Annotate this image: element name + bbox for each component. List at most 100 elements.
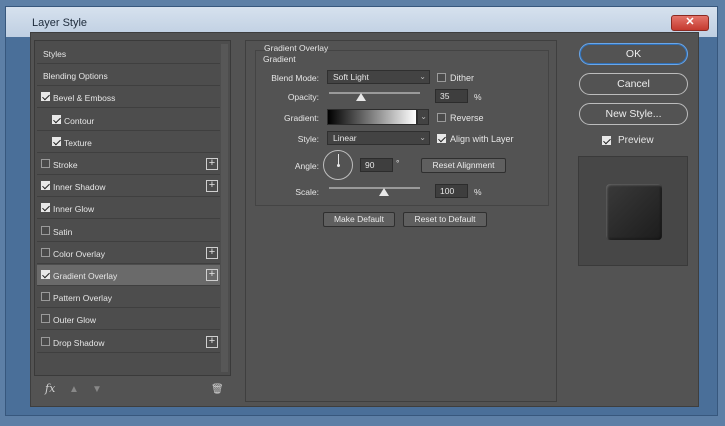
style-item-label: Outer Glow <box>53 315 96 326</box>
scale-unit: % <box>474 187 482 197</box>
style-checkbox[interactable] <box>41 336 50 346</box>
style-item-blending-options[interactable]: Blending Options <box>37 65 220 87</box>
opacity-unit: % <box>474 92 482 102</box>
style-item-gradient-overlay[interactable]: Gradient Overlay + <box>37 265 220 286</box>
reset-to-default-button[interactable]: Reset to Default <box>403 212 487 227</box>
dial-center <box>337 164 340 167</box>
style-item-label: Contour <box>64 115 95 126</box>
style-item-label: Inner Shadow <box>53 182 106 193</box>
style-checkbox[interactable] <box>52 136 61 146</box>
style-item-inner-shadow[interactable]: Inner Shadow + <box>37 176 220 198</box>
style-item-styles[interactable]: Styles <box>37 43 220 64</box>
move-down-icon[interactable]: ▼ <box>92 384 102 395</box>
style-checkbox[interactable] <box>41 270 50 279</box>
opacity-slider-track[interactable] <box>329 92 420 94</box>
style-checkbox[interactable] <box>41 181 50 191</box>
add-effect-button[interactable]: + <box>206 180 218 193</box>
style-item-label: Pattern Overlay <box>53 293 113 304</box>
blend-mode-label: Blend Mode: <box>271 73 319 83</box>
close-button[interactable]: ✕ <box>671 15 709 31</box>
dialog-window: Layer Style ✕ Styles Blending Options Beve… <box>0 0 725 426</box>
align-with-layer-checkbox[interactable] <box>437 134 446 143</box>
preview-image <box>606 184 662 240</box>
style-checkbox[interactable] <box>52 114 61 124</box>
blend-mode-select[interactable]: Soft Light ⌄ <box>327 70 430 84</box>
styles-panel-toolbar: fx ▲ ▼ 🗑 <box>31 378 231 400</box>
style-item-label: Satin <box>53 226 73 237</box>
style-item-satin[interactable]: Satin <box>37 221 220 242</box>
angle-input[interactable]: 90 <box>360 158 393 172</box>
style-checkbox[interactable] <box>41 247 50 257</box>
angle-dial[interactable] <box>323 150 353 180</box>
reset-alignment-button[interactable]: Reset Alignment <box>421 158 506 173</box>
chevron-down-icon: ⌄ <box>419 133 426 142</box>
opacity-label: Opacity: <box>287 92 319 102</box>
cancel-button[interactable]: Cancel <box>579 73 688 95</box>
style-item-label: Drop Shadow <box>53 337 105 348</box>
dither-checkbox[interactable] <box>437 73 446 82</box>
add-effect-button[interactable]: + <box>206 335 218 348</box>
gradient-overlay-panel: Gradient Overlay Gradient Blend Mode: So… <box>245 40 557 402</box>
make-default-button[interactable]: Make Default <box>323 212 395 227</box>
move-up-icon[interactable]: ▲ <box>69 384 79 395</box>
styles-panel-scrollbar[interactable] <box>221 44 228 372</box>
dialog-title: Layer Style <box>32 17 88 29</box>
style-item-texture[interactable]: Texture <box>37 132 220 153</box>
style-item-color-overlay[interactable]: Color Overlay + <box>37 243 220 264</box>
add-effect-button[interactable]: + <box>206 158 218 170</box>
chevron-down-icon: ⌄ <box>420 112 427 121</box>
style-select[interactable]: Linear ⌄ <box>327 131 430 145</box>
chevron-down-icon: ⌄ <box>419 72 426 81</box>
style-item-label: Texture <box>64 137 92 148</box>
preview-thumbnail <box>578 156 688 266</box>
reverse-label: Reverse <box>450 113 484 123</box>
blend-mode-value: Soft Light <box>333 72 369 82</box>
scale-input[interactable]: 100 <box>435 184 468 198</box>
style-item-label: Gradient Overlay <box>53 271 118 281</box>
style-item-stroke[interactable]: Stroke + <box>37 154 220 175</box>
style-item-drop-shadow[interactable]: Drop Shadow + <box>37 332 220 353</box>
style-item-inner-glow[interactable]: Inner Glow <box>37 198 220 220</box>
add-effect-button[interactable]: + <box>206 246 218 259</box>
style-item-bevel-emboss[interactable]: Bevel & Emboss <box>37 87 220 109</box>
reverse-checkbox[interactable] <box>437 113 446 122</box>
preview-label: Preview <box>618 135 654 146</box>
opacity-slider-thumb[interactable] <box>355 93 366 101</box>
preview-checkbox[interactable] <box>602 136 611 145</box>
styles-panel: Styles Blending Options Bevel & Emboss Cont… <box>34 40 231 376</box>
style-item-label: Blending Options <box>43 71 108 82</box>
ok-button[interactable]: OK <box>579 43 688 65</box>
scale-label: Scale: <box>295 187 319 197</box>
group-title: Gradient Overlay <box>264 43 329 53</box>
style-item-label: Bevel & Emboss <box>53 93 116 104</box>
style-item-label: Color Overlay <box>53 248 105 259</box>
scale-slider-track[interactable] <box>329 187 420 189</box>
align-with-layer-label: Align with Layer <box>450 134 514 144</box>
dialog-client-area: Styles Blending Options Bevel & Emboss Cont… <box>30 32 699 407</box>
dither-label: Dither <box>450 73 475 83</box>
add-effect-button[interactable]: + <box>206 269 218 281</box>
style-item-label: Inner Glow <box>53 204 95 215</box>
scale-slider-thumb[interactable] <box>379 188 389 196</box>
gradient-subtitle: Gradient <box>263 54 296 64</box>
style-value: Linear <box>333 133 357 143</box>
fx-menu-icon[interactable]: fx <box>45 382 55 395</box>
style-checkbox[interactable] <box>41 225 50 235</box>
gradient-label: Gradient: <box>284 113 319 123</box>
style-item-outer-glow[interactable]: Outer Glow <box>37 309 220 331</box>
style-item-pattern-overlay[interactable]: Pattern Overlay <box>37 287 220 309</box>
new-style-button[interactable]: New Style... <box>579 103 688 125</box>
style-item-label: Stroke <box>53 160 78 170</box>
gradient-picker-dropdown[interactable]: ⌄ <box>417 109 429 125</box>
style-label: Style: <box>297 134 319 144</box>
style-checkbox[interactable] <box>41 92 50 102</box>
style-checkbox[interactable] <box>41 203 50 213</box>
delete-effect-icon[interactable]: 🗑 <box>211 384 224 395</box>
style-checkbox[interactable] <box>41 159 50 168</box>
opacity-input[interactable]: 35 <box>435 89 468 103</box>
style-checkbox[interactable] <box>41 292 50 302</box>
style-checkbox[interactable] <box>41 314 50 324</box>
angle-unit: ° <box>396 158 400 168</box>
gradient-swatch[interactable] <box>327 109 417 125</box>
style-item-contour[interactable]: Contour <box>37 110 220 131</box>
